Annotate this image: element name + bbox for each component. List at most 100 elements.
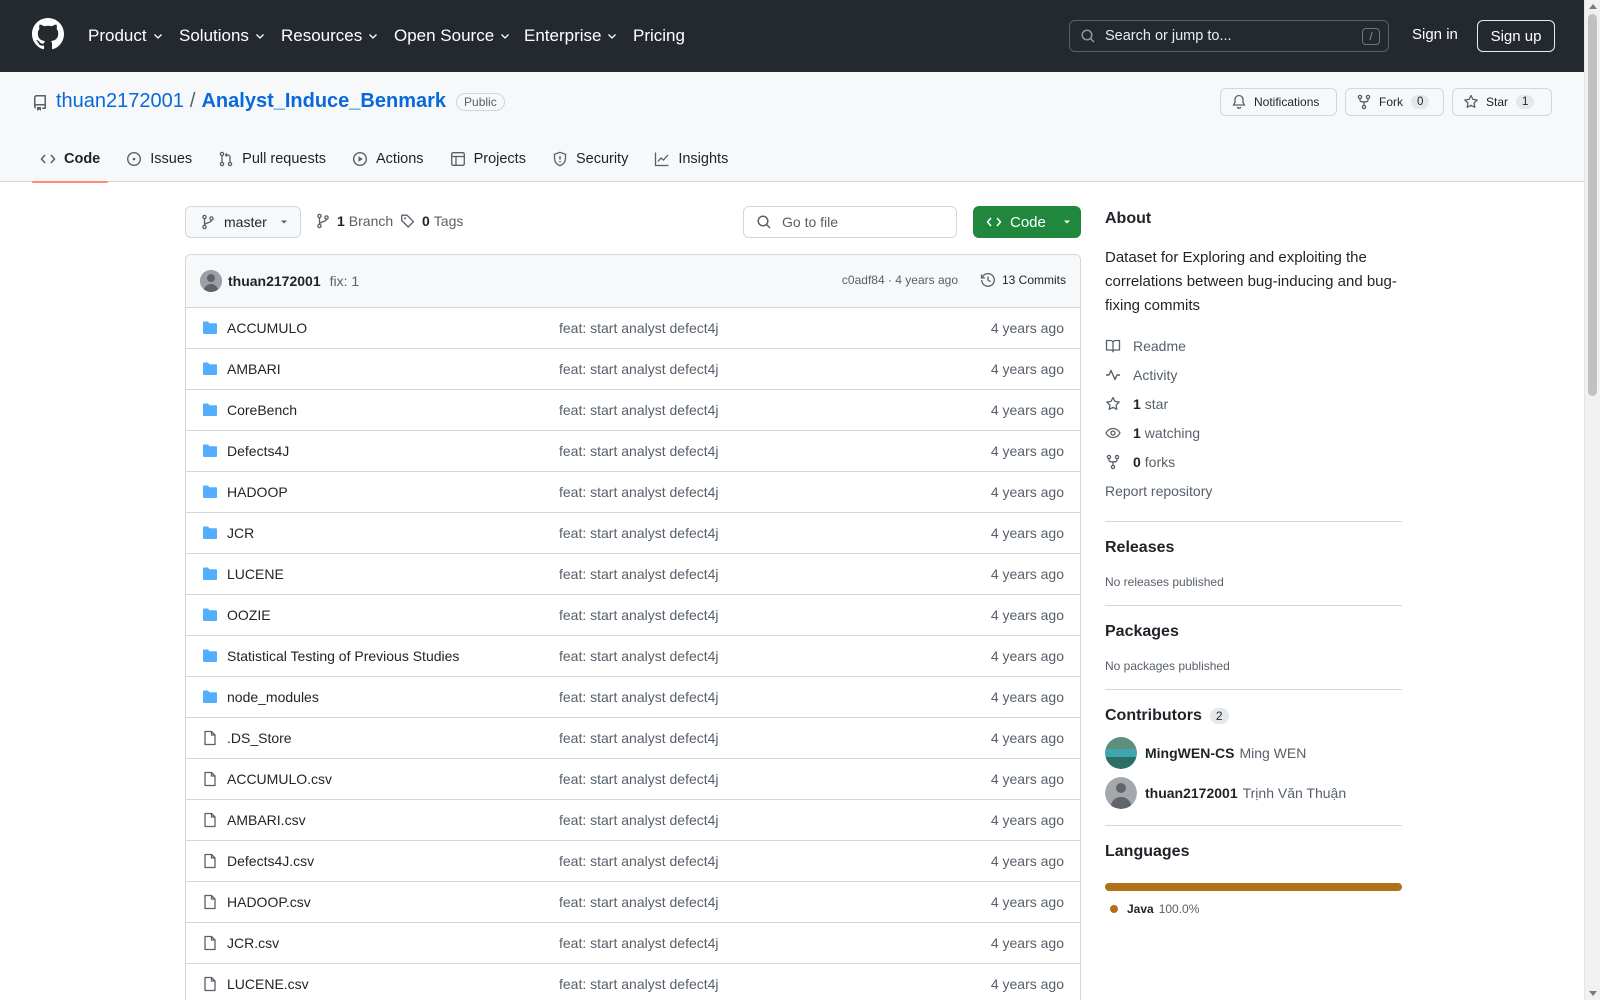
table-row[interactable]: Defects4J feat: start analyst defect4j 4 y… (186, 431, 1080, 472)
code-dropdown-button[interactable]: Code (973, 206, 1081, 238)
github-logo-icon[interactable] (32, 18, 64, 50)
file-name-link[interactable]: AMBARI (227, 361, 281, 377)
avatar[interactable] (200, 270, 222, 292)
file-name-link[interactable]: node_modules (227, 689, 319, 705)
file-name-link[interactable]: LUCENE.csv (227, 976, 309, 992)
activity-link[interactable]: Activity (1105, 360, 1402, 389)
tab-insights[interactable]: Insights (646, 136, 736, 182)
table-row[interactable]: Statistical Testing of Previous Studies f… (186, 636, 1080, 677)
report-repository-link[interactable]: Report repository (1105, 476, 1402, 505)
branches-link[interactable]: 1 Branch (315, 213, 393, 229)
file-name-link[interactable]: HADOOP.csv (227, 894, 311, 910)
file-name-link[interactable]: LUCENE (227, 566, 284, 582)
file-commit-message-link[interactable]: feat: start analyst defect4j (559, 853, 719, 869)
file-commit-message-link[interactable]: feat: start analyst defect4j (559, 607, 719, 623)
commit-message-link[interactable]: fix: 1 (330, 273, 360, 289)
table-row[interactable]: JCR.csv feat: start analyst defect4j 4 yea… (186, 923, 1080, 964)
file-name-link[interactable]: ACCUMULO.csv (227, 771, 332, 787)
nav-product[interactable]: Product (88, 24, 164, 48)
scroll-down-arrow-icon[interactable] (1589, 991, 1597, 996)
commit-author-link[interactable]: thuan2172001 (228, 273, 321, 289)
nav-pricing[interactable]: Pricing (633, 24, 685, 48)
packages-heading[interactable]: Packages (1105, 623, 1402, 641)
file-commit-message-link[interactable]: feat: start analyst defect4j (559, 443, 719, 459)
file-commit-message-link[interactable]: feat: start analyst defect4j (559, 689, 719, 705)
nav-open-source[interactable]: Open Source (394, 24, 511, 48)
table-row[interactable]: ACCUMULO feat: start analyst defect4j 4 ye… (186, 308, 1080, 349)
stars-link[interactable]: 1 star (1105, 389, 1402, 418)
commit-hash-and-time[interactable]: c0adf84 · 4 years ago (842, 273, 958, 287)
table-row[interactable]: AMBARI feat: start analyst defect4j 4 year… (186, 349, 1080, 390)
file-name-link[interactable]: AMBARI.csv (227, 812, 306, 828)
tab-projects[interactable]: Projects (442, 136, 534, 182)
file-commit-message-link[interactable]: feat: start analyst defect4j (559, 812, 719, 828)
scroll-up-arrow-icon[interactable] (1589, 4, 1597, 9)
commits-history-link[interactable]: 13 Commits (980, 272, 1066, 288)
table-row[interactable]: Defects4J.csv feat: start analyst defect4… (186, 841, 1080, 882)
nav-resources[interactable]: Resources (281, 24, 379, 48)
tab-security[interactable]: Security (544, 136, 636, 182)
nav-solutions[interactable]: Solutions (179, 24, 266, 48)
branch-selector[interactable]: master (185, 206, 301, 238)
nav-enterprise[interactable]: Enterprise (524, 24, 618, 48)
file-commit-message-link[interactable]: feat: start analyst defect4j (559, 525, 719, 541)
table-row[interactable]: JCR feat: start analyst defect4j 4 years a… (186, 513, 1080, 554)
table-row[interactable]: OOZIE feat: start analyst defect4j 4 years… (186, 595, 1080, 636)
table-row[interactable]: HADOOP feat: start analyst defect4j 4 year… (186, 472, 1080, 513)
releases-heading[interactable]: Releases (1105, 539, 1402, 557)
file-name-link[interactable]: Defects4J (227, 443, 289, 459)
contributor-item[interactable]: MingWEN-CS Ming WEN (1105, 737, 1402, 769)
repo-owner-link[interactable]: thuan2172001 (56, 90, 184, 113)
file-name-link[interactable]: JCR.csv (227, 935, 279, 951)
file-name-link[interactable]: OOZIE (227, 607, 271, 623)
file-commit-message-link[interactable]: feat: start analyst defect4j (559, 894, 719, 910)
star-button[interactable]: Star 1 (1452, 88, 1552, 116)
file-commit-message-link[interactable]: feat: start analyst defect4j (559, 361, 719, 377)
forks-link[interactable]: 0 forks (1105, 447, 1402, 476)
scrollbar-thumb[interactable] (1588, 14, 1597, 396)
language-item[interactable]: Java 100.0% (1105, 902, 1402, 916)
divider (1105, 521, 1402, 522)
file-name-link[interactable]: HADOOP (227, 484, 288, 500)
tab-pull-requests[interactable]: Pull requests (210, 136, 334, 182)
fork-button[interactable]: Fork 0 (1345, 88, 1444, 116)
repo-name-link[interactable]: Analyst_Induce_Benmark (201, 90, 446, 113)
file-name-link[interactable]: JCR (227, 525, 254, 541)
file-commit-message-link[interactable]: feat: start analyst defect4j (559, 484, 719, 500)
sign-up-button[interactable]: Sign up (1477, 20, 1555, 52)
tab-actions[interactable]: Actions (344, 136, 432, 182)
page-scrollbar[interactable] (1584, 0, 1600, 1000)
file-commit-message-link[interactable]: feat: start analyst defect4j (559, 935, 719, 951)
table-row[interactable]: .DS_Store feat: start analyst defect4j 4 y… (186, 718, 1080, 759)
table-row[interactable]: ACCUMULO.csv feat: start analyst defect4j… (186, 759, 1080, 800)
watching-link[interactable]: 1 watching (1105, 418, 1402, 447)
file-name-link[interactable]: Defects4J.csv (227, 853, 314, 869)
global-search-input[interactable]: Search or jump to... / (1069, 20, 1389, 52)
file-commit-message-link[interactable]: feat: start analyst defect4j (559, 976, 719, 992)
table-row[interactable]: LUCENE.csv feat: start analyst defect4j 4 … (186, 964, 1080, 1000)
file-commit-message-link[interactable]: feat: start analyst defect4j (559, 402, 719, 418)
file-commit-message-link[interactable]: feat: start analyst defect4j (559, 771, 719, 787)
file-commit-message-link[interactable]: feat: start analyst defect4j (559, 566, 719, 582)
file-name-link[interactable]: Statistical Testing of Previous Studies (227, 648, 459, 664)
file-name-link[interactable]: .DS_Store (227, 730, 292, 746)
notifications-button[interactable]: Notifications (1220, 88, 1337, 116)
table-row[interactable]: LUCENE feat: start analyst defect4j 4 year… (186, 554, 1080, 595)
tab-issues[interactable]: Issues (118, 136, 200, 182)
go-to-file-input[interactable]: Go to file (743, 206, 957, 238)
file-name-link[interactable]: ACCUMULO (227, 320, 307, 336)
file-name-link[interactable]: CoreBench (227, 402, 297, 418)
table-row[interactable]: HADOOP.csv feat: start analyst defect4j 4 … (186, 882, 1080, 923)
tab-code[interactable]: Code (32, 136, 109, 183)
contributor-item[interactable]: thuan2172001 Trịnh Văn Thuận (1105, 777, 1402, 809)
file-commit-message-link[interactable]: feat: start analyst defect4j (559, 648, 719, 664)
tags-link[interactable]: 0 Tags (400, 213, 463, 229)
file-commit-message-link[interactable]: feat: start analyst defect4j (559, 730, 719, 746)
readme-link[interactable]: Readme (1105, 331, 1402, 360)
contributors-heading[interactable]: Contributors 2 (1105, 707, 1402, 725)
table-row[interactable]: AMBARI.csv feat: start analyst defect4j 4 … (186, 800, 1080, 841)
file-commit-message-link[interactable]: feat: start analyst defect4j (559, 320, 719, 336)
table-row[interactable]: CoreBench feat: start analyst defect4j 4 y… (186, 390, 1080, 431)
table-row[interactable]: node_modules feat: start analyst defect4j… (186, 677, 1080, 718)
sign-in-link[interactable]: Sign in (1412, 26, 1458, 43)
